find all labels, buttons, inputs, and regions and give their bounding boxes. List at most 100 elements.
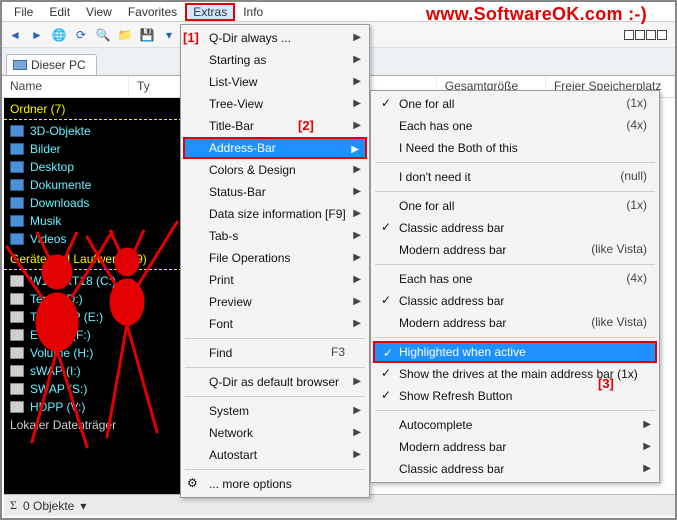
folder-icon	[10, 179, 24, 191]
menu-item-label: Data size information [F9]	[209, 207, 346, 221]
search-icon[interactable]: 🔍	[94, 26, 112, 44]
menu-item[interactable]: ⚙... more options	[183, 473, 367, 495]
list-item-label: Desktop	[30, 160, 74, 174]
list-item-label: Videos	[30, 232, 66, 246]
menu-item[interactable]: Starting as▶	[183, 49, 367, 71]
folder-icon[interactable]: 📁	[116, 26, 134, 44]
menu-item[interactable]: ✓Classic address bar	[373, 290, 657, 312]
menu-item[interactable]: Modern address bar(like Vista)	[373, 312, 657, 334]
menu-item[interactable]: I don't need it(null)	[373, 166, 657, 188]
menu-separator	[185, 469, 365, 470]
menu-separator	[375, 410, 655, 411]
list-item-label: SWAP (S:)	[30, 382, 87, 396]
status-dropdown-icon[interactable]: ▾	[80, 499, 86, 513]
menu-item[interactable]: Modern address bar ▶	[373, 436, 657, 458]
menu-view[interactable]: View	[78, 4, 120, 20]
column-header[interactable]: Name	[2, 76, 129, 97]
list-item-label: Bilder	[30, 142, 61, 156]
globe-icon[interactable]: 🌐	[50, 26, 68, 44]
menu-extras[interactable]: Extras	[185, 3, 235, 21]
menu-item[interactable]: Find F3	[183, 342, 367, 364]
history-icon[interactable]: ⟳	[72, 26, 90, 44]
layout-grid-icon[interactable]	[624, 30, 667, 40]
menu-item[interactable]: File Operations▶	[183, 247, 367, 269]
sigma-icon: Σ	[10, 498, 17, 513]
menu-item-label: Q-Dir always ...	[209, 31, 291, 45]
menu-item[interactable]: ✓Show the drives at the main address bar…	[373, 363, 657, 385]
list-item-label: Dokumente	[30, 178, 91, 192]
submenu-arrow-icon: ▶	[353, 296, 361, 307]
menu-item[interactable]: Network▶	[183, 422, 367, 444]
menu-item-label: Classic address bar	[399, 294, 504, 308]
menu-item[interactable]: Address-Bar▶	[183, 137, 367, 159]
menu-item-label: Each has one	[399, 119, 472, 133]
menu-item-label: Classic address bar	[399, 462, 504, 476]
menu-item-label: Title-Bar	[209, 119, 254, 133]
checkmark-icon: ✓	[381, 346, 395, 360]
menu-item-hint: (4x)	[626, 118, 647, 132]
menu-item[interactable]: ✓Show Refresh Button	[373, 385, 657, 407]
menu-item[interactable]: Autocomplete▶	[373, 414, 657, 436]
menu-item[interactable]: ✓Highlighted when active	[373, 341, 657, 363]
menu-item[interactable]: Classic address bar▶	[373, 458, 657, 480]
submenu-arrow-icon: ▶	[353, 186, 361, 197]
menu-item-label: I Need the Both of this	[399, 141, 518, 155]
menu-item-label: Modern address bar	[399, 440, 506, 454]
list-item-label: Downloads	[30, 196, 89, 210]
nav-fwd-icon[interactable]: ►	[28, 26, 46, 44]
menu-favorites[interactable]: Favorites	[120, 4, 185, 20]
gear-icon: ⚙	[187, 476, 203, 492]
menu-item[interactable]: Q-Dir always ... ▶	[183, 27, 367, 49]
callout-3: [3]	[598, 376, 614, 391]
menu-edit[interactable]: Edit	[41, 4, 78, 20]
menu-item[interactable]: I Need the Both of this	[373, 137, 657, 159]
menu-file[interactable]: File	[6, 4, 41, 20]
submenu-arrow-icon: ▶	[353, 98, 361, 109]
dropdown-icon[interactable]: ▾	[160, 26, 178, 44]
menu-item[interactable]: Title-Bar ▶	[183, 115, 367, 137]
menu-item[interactable]: One for all(1x)	[373, 195, 657, 217]
menu-item[interactable]: Colors & Design▶	[183, 159, 367, 181]
drive-icon[interactable]: 💾	[138, 26, 156, 44]
menu-item[interactable]: Tab-s▶	[183, 225, 367, 247]
submenu-arrow-icon: ▶	[353, 120, 361, 131]
menu-shortcut: F3	[331, 345, 345, 359]
menu-item-label: Autocomplete	[399, 418, 472, 432]
menu-item-hint: (null)	[620, 169, 647, 183]
menu-item[interactable]: List-View▶	[183, 71, 367, 93]
menu-item[interactable]: Print▶	[183, 269, 367, 291]
nav-back-icon[interactable]: ◄	[6, 26, 24, 44]
submenu-arrow-icon: ▶	[353, 32, 361, 43]
menu-separator	[185, 396, 365, 397]
submenu-arrow-icon: ▶	[353, 230, 361, 241]
submenu-arrow-icon: ▶	[643, 441, 651, 452]
tab-this-pc[interactable]: Dieser PC	[6, 54, 97, 75]
menu-item-label: Classic address bar	[399, 221, 504, 235]
list-item-label: Temp (D:)	[30, 292, 83, 306]
menu-item-label: Find	[209, 346, 232, 360]
list-item-label: Volume (H:)	[30, 346, 93, 360]
menu-separator	[375, 337, 655, 338]
menu-item[interactable]: Modern address bar(like Vista)	[373, 239, 657, 261]
list-item-label: W10OKT18 (C:)	[30, 274, 116, 288]
drive-icon	[10, 365, 24, 377]
menu-item-label: Status-Bar	[209, 185, 266, 199]
menu-item[interactable]: Q-Dir as default browser▶	[183, 371, 367, 393]
menu-item[interactable]: Tree-View▶	[183, 93, 367, 115]
menu-info[interactable]: Info	[235, 4, 271, 20]
menu-item[interactable]: Status-Bar ▶	[183, 181, 367, 203]
menu-item[interactable]: System▶	[183, 400, 367, 422]
menu-item[interactable]: Each has one(4x)	[373, 268, 657, 290]
checkmark-icon: ✓	[379, 388, 393, 402]
menu-item[interactable]: ✓One for all(1x)	[373, 93, 657, 115]
menu-item[interactable]: Preview▶	[183, 291, 367, 313]
menu-item[interactable]: ✓Classic address bar	[373, 217, 657, 239]
menu-item[interactable]: Autostart▶	[183, 444, 367, 466]
menu-item[interactable]: Data size information [F9] ▶	[183, 203, 367, 225]
menu-item[interactable]: Font▶	[183, 313, 367, 335]
menu-separator	[185, 367, 365, 368]
menu-item[interactable]: Each has one (4x)	[373, 115, 657, 137]
submenu-arrow-icon: ▶	[353, 54, 361, 65]
submenu-arrow-icon: ▶	[353, 208, 361, 219]
menu-item-hint: (4x)	[626, 271, 647, 285]
